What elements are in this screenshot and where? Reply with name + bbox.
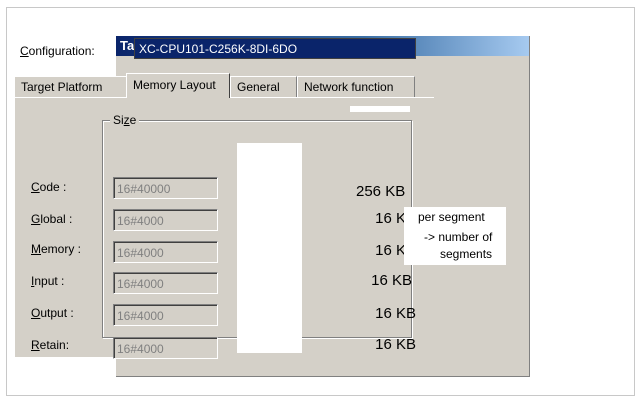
global-label-text: lobal : — [40, 212, 73, 226]
tab-strip: Target Platform Memory Layout General Ne… — [14, 73, 415, 98]
memory-label-accesskey: M — [31, 242, 41, 256]
segment-note-line1: per segment — [418, 210, 485, 224]
tab-general[interactable]: General — [230, 76, 297, 97]
input-label: Input : — [31, 274, 64, 288]
retain-label-text: etain: — [39, 338, 70, 352]
memory-label-text: emory : — [41, 242, 82, 256]
global-size-field[interactable]: 16#4000 — [113, 209, 218, 231]
size-label-post: e — [129, 113, 137, 127]
retain-size-field[interactable]: 16#4000 — [113, 337, 218, 359]
segment-note-line2: -> number of — [424, 230, 493, 244]
global-label: Global : — [31, 212, 72, 226]
code-label-text: ode : — [39, 180, 67, 194]
output-label: Output : — [31, 306, 74, 320]
configuration-label-text: onfiguration: — [28, 44, 95, 58]
memory-label: Memory : — [31, 242, 81, 256]
input-size-kb: 16 KB — [371, 272, 412, 289]
tab-target-platform[interactable]: Target Platform — [14, 76, 127, 97]
size-annotation-box — [237, 143, 302, 353]
code-size-field[interactable]: 16#40000 — [113, 177, 218, 199]
segment-note-line3: segments — [440, 247, 493, 261]
input-size-field[interactable]: 16#4000 — [113, 272, 218, 294]
tab-memory-layout[interactable]: Memory Layout — [126, 73, 230, 98]
output-label-accesskey: O — [31, 306, 41, 320]
retain-size-kb: 16 KB — [375, 336, 416, 353]
memory-size-field[interactable]: 16#4000 — [113, 241, 218, 263]
panel-scroll-indicator — [350, 106, 410, 112]
global-label-accesskey: G — [31, 212, 41, 226]
size-label-pre: Si — [113, 113, 124, 127]
code-label-accesskey: C — [31, 180, 40, 194]
retain-label-accesskey: R — [31, 338, 40, 352]
input-label-text: nput : — [34, 274, 65, 288]
code-size-kb: 256 KB — [356, 183, 406, 200]
configuration-select[interactable]: XC-CPU101-C256K-8DI-6DO — [134, 38, 416, 59]
output-size-kb: 16 KB — [375, 305, 416, 322]
output-size-field[interactable]: 16#4000 — [113, 304, 218, 326]
retain-label: Retain: — [31, 338, 69, 352]
configuration-label: Configuration: — [20, 44, 95, 58]
configuration-label-accesskey: C — [20, 44, 29, 58]
code-label: Code : — [31, 180, 66, 194]
size-group-label: Size — [110, 113, 140, 127]
tab-network-function[interactable]: Network function — [297, 76, 415, 97]
output-label-text: utput : — [40, 306, 74, 320]
